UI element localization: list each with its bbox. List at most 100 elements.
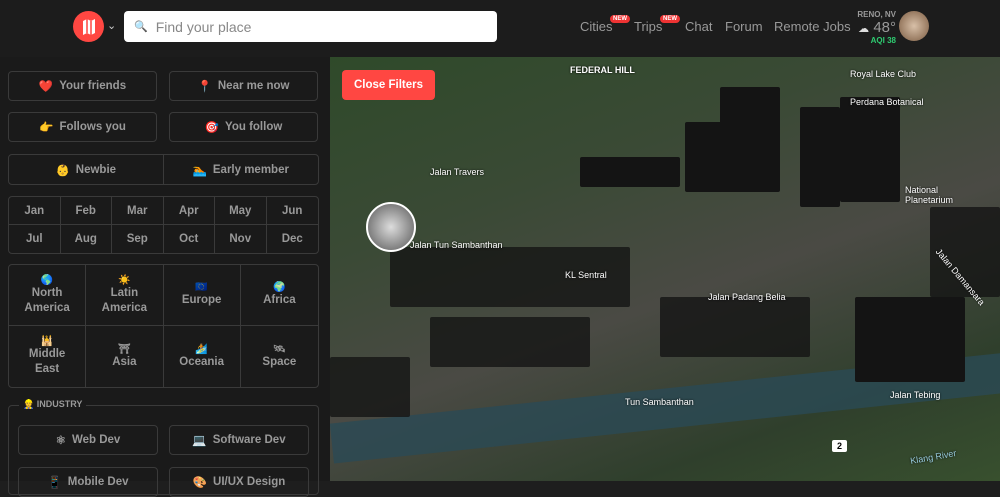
button-label: Web Dev: [71, 434, 121, 446]
building: [855, 297, 965, 382]
map-label: KL Sentral: [565, 270, 607, 280]
month-oct[interactable]: Oct: [164, 225, 215, 253]
month-jan[interactable]: Jan: [9, 197, 61, 225]
aqi-label: AQI: [870, 36, 885, 45]
user-avatar[interactable]: [899, 11, 929, 41]
weather-temp: 48°: [873, 19, 896, 36]
button-label: UI/UX Design: [213, 476, 286, 488]
region-icon: 🕌: [40, 336, 54, 347]
header: ⌄ 🔍 CitiesNEW TripsNEW Chat Forum Remote…: [0, 0, 1000, 57]
pointing-hand-icon: 👉: [39, 122, 54, 134]
filter-near-me-now[interactable]: 📍 Near me now: [169, 71, 318, 101]
month-aug[interactable]: Aug: [61, 225, 112, 253]
building: [580, 157, 680, 187]
map-3d-view[interactable]: Close Filters FEDERAL HILL Jalan Travers…: [330, 57, 1000, 481]
region-icon: ⛩: [118, 343, 131, 355]
building: [800, 107, 840, 207]
region-icon: 🌍: [273, 282, 286, 293]
button-label: Early member: [212, 163, 289, 176]
building: [840, 97, 900, 202]
region-label: Oceania: [179, 355, 224, 368]
region-africa[interactable]: 🌍 Africa: [240, 265, 318, 326]
filter-web-dev[interactable]: ⚛ Web Dev: [18, 425, 158, 455]
region-europe[interactable]: 🇪🇺 Europe: [163, 265, 241, 326]
search-box[interactable]: 🔍: [124, 11, 497, 42]
nav-label: Trips: [634, 19, 663, 34]
search-input[interactable]: [155, 18, 476, 35]
month-jul[interactable]: Jul: [9, 225, 61, 253]
computer-icon: 💻: [192, 435, 207, 447]
nav-forum[interactable]: Forum: [725, 19, 763, 34]
swimmer-icon: 🏊: [192, 164, 207, 177]
region-middle-east[interactable]: 🕌 Middle East: [9, 326, 87, 387]
map-label: FEDERAL HILL: [570, 65, 635, 75]
atom-icon: ⚛: [55, 435, 66, 447]
filter-software-dev[interactable]: 💻 Software Dev: [169, 425, 309, 455]
close-filters-button[interactable]: Close Filters: [342, 70, 436, 100]
weather-city: RENO, NV: [857, 10, 896, 19]
map-label: Royal Lake Club: [850, 69, 917, 79]
new-badge: NEW: [610, 15, 630, 23]
pin-icon: 📍: [197, 81, 212, 93]
region-label: North America: [24, 286, 70, 314]
section-title: INDUSTRY: [36, 399, 83, 409]
search-icon: 🔍: [134, 21, 148, 33]
month-apr[interactable]: Apr: [163, 197, 215, 225]
chevron-down-icon[interactable]: ⌄: [107, 19, 116, 32]
map-label: Jalan Tebing: [890, 390, 941, 400]
month-feb[interactable]: Feb: [60, 197, 112, 225]
palette-icon: 🎨: [192, 477, 208, 489]
region-icon: ☀️: [118, 274, 131, 286]
region-latin-america[interactable]: ☀️ Latin America: [86, 265, 164, 326]
month-jun[interactable]: Jun: [266, 197, 318, 225]
month-nov[interactable]: Nov: [215, 225, 267, 253]
map-label: Tun Sambanthan: [625, 397, 694, 407]
filter-you-follow[interactable]: 🎯 You follow: [169, 112, 318, 142]
nav-remote-jobs[interactable]: Remote Jobs: [774, 19, 851, 34]
new-badge: NEW: [660, 15, 680, 23]
user-map-avatar[interactable]: [366, 202, 416, 252]
region-icon: 🇪🇺: [195, 282, 208, 293]
region-north-america[interactable]: 🌎 North America: [9, 265, 87, 326]
building: [660, 297, 810, 357]
region-label: Europe: [181, 294, 222, 306]
map-label: National Planetarium: [905, 185, 954, 205]
map-label: Klang River: [909, 448, 958, 466]
region-icon: 🌎: [40, 274, 54, 286]
month-filter-grid: Jan Feb Mar Apr May Jun Jul Aug Sep Oct Nov Dec: [8, 196, 319, 254]
filter-mobile-dev[interactable]: 📱 Mobile Dev: [18, 467, 158, 497]
region-label: Latin America: [101, 286, 148, 314]
button-label: Your friends: [59, 80, 127, 92]
logo[interactable]: [73, 11, 104, 42]
region-filter-grid: 🌎 North America ☀️ Latin America 🇪🇺 Europe 🌍 Af…: [8, 264, 319, 388]
button-label: Follows you: [59, 121, 126, 133]
filter-follows-you[interactable]: 👉 Follows you: [8, 112, 157, 142]
filter-ui-ux-design[interactable]: 🎨 UI/UX Design: [169, 467, 309, 497]
member-filter-group: 👶 Newbie 🏊 Early member: [8, 154, 319, 185]
weather-widget[interactable]: RENO, NV ☁ 48° AQI 38: [852, 10, 896, 45]
month-sep[interactable]: Sep: [112, 225, 164, 253]
filter-early-member[interactable]: 🏊 Early member: [164, 155, 319, 184]
month-may[interactable]: May: [215, 197, 267, 225]
button-label: You follow: [225, 121, 283, 133]
region-oceania[interactable]: 🏄 Oceania: [164, 326, 241, 387]
building: [685, 122, 725, 192]
month-dec[interactable]: Dec: [267, 225, 319, 253]
nav-trips[interactable]: Trips NEW: [634, 15, 680, 34]
aqi-value: 38: [887, 36, 896, 45]
map-label: Perdana Botanical: [850, 97, 924, 107]
region-asia[interactable]: ⛩ Asia: [86, 326, 164, 387]
nav-chat[interactable]: Chat: [685, 19, 712, 34]
month-mar[interactable]: Mar: [112, 197, 164, 225]
nav-label: Cities: [580, 19, 613, 34]
nav-cities[interactable]: Cities NEW: [580, 15, 630, 34]
industry-section: 👷 INDUSTRY ⚛ Web Dev 💻 Software Dev 📱 Mobil…: [8, 399, 319, 497]
filter-newbie[interactable]: 👶 Newbie: [9, 155, 164, 184]
filter-your-friends[interactable]: ❤️ Your friends: [8, 71, 157, 101]
button-label: Near me now: [217, 80, 290, 92]
region-space[interactable]: 🛰 Space: [241, 326, 318, 387]
road-shield: 2: [832, 440, 848, 452]
building: [330, 357, 410, 417]
map-label: Jalan Tun Sambanthan: [410, 240, 503, 250]
button-label: Software Dev: [212, 434, 286, 446]
